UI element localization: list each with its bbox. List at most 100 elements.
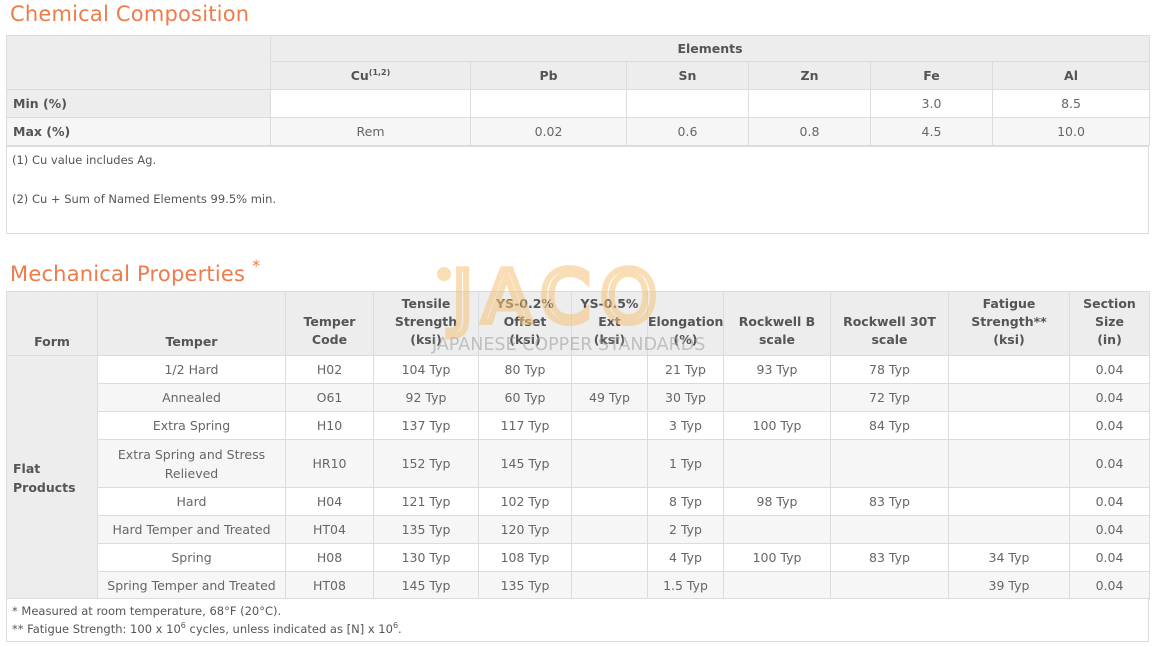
temper-cell: Extra Spring and Stress Relieved	[97, 439, 286, 488]
element-header-al: Al	[991, 61, 1151, 90]
value-cell: 1 Typ	[647, 439, 724, 488]
value-cell: 0.04	[1069, 439, 1150, 488]
value-cell	[948, 487, 1070, 516]
mech-note-2: ** Fatigue Strength: 100 x 106 cycles, u…	[12, 621, 402, 636]
mech-table-row: Spring H08 130 Typ 108 Typ 4 Typ 100 Typ 83 Ty…	[7, 543, 1150, 572]
chem-row-min: Min (%) 3.0 8.5	[6, 89, 1151, 118]
value-cell	[571, 411, 648, 440]
value-cell: 8.5	[991, 89, 1151, 118]
value-cell: 152 Typ	[373, 439, 479, 488]
chemical-composition-title: Chemical Composition	[10, 2, 249, 26]
chem-note-1: (1) Cu value includes Ag.	[12, 153, 157, 167]
value-cell: 0.04	[1069, 487, 1150, 516]
value-cell	[723, 515, 831, 544]
col-ys-02: YS-0.2% Offset (ksi)	[478, 291, 572, 356]
element-footnote-ref: (1,2)	[368, 67, 391, 77]
header-line: Elongation	[648, 314, 724, 329]
note-text: ** Fatigue Strength: 100 x 10	[12, 621, 181, 636]
chem-note-2: (2) Cu + Sum of Named Elements 99.5% min…	[12, 192, 277, 206]
value-cell: 78 Typ	[830, 355, 949, 384]
value-cell: 30 Typ	[647, 383, 724, 412]
temper-cell: Spring Temper and Treated	[97, 571, 286, 600]
value-cell	[571, 515, 648, 544]
value-cell	[748, 89, 871, 118]
header-line: (ksi)	[410, 332, 442, 347]
mech-table-row: Flat Products 1/2 Hard H02 104 Typ 80 Typ 21 T…	[6, 355, 1150, 600]
element-header-pb: Pb	[470, 61, 627, 90]
value-cell: 93 Typ	[723, 355, 831, 384]
temper-code-cell: O61	[285, 383, 374, 412]
value-cell: 83 Typ	[830, 487, 949, 516]
value-cell: 21 Typ	[647, 355, 724, 384]
col-rockwell-30t: Rockwell 30T scale	[830, 291, 949, 356]
header-line: (ksi)	[593, 332, 626, 347]
value-cell: 104 Typ	[373, 355, 479, 384]
chemical-composition-table: Elements Cu(1,2) Pb Sn Zn Fe Al Min (%) …	[6, 35, 1151, 146]
value-cell: 0.04	[1069, 383, 1150, 412]
header-line: Code	[311, 332, 348, 347]
temper-code-cell: H10	[285, 411, 374, 440]
mech-table-row: Hard H04 121 Typ 102 Typ 8 Typ 98 Typ 83 Typ 0.…	[7, 487, 1150, 516]
value-cell: 0.02	[470, 117, 627, 146]
value-cell	[830, 439, 949, 488]
header-line: Section	[1083, 296, 1136, 311]
element-header-sn: Sn	[626, 61, 749, 90]
temper-cell: Extra Spring	[97, 411, 286, 440]
element-header-fe: Fe	[870, 61, 993, 90]
value-cell: 92 Typ	[373, 383, 479, 412]
form-label-line: Flat	[13, 460, 41, 476]
value-cell: 60 Typ	[478, 383, 572, 412]
col-temper-code: Temper Code	[285, 291, 374, 356]
value-cell: 0.04	[1069, 571, 1150, 600]
element-symbol: Cu	[350, 68, 369, 84]
value-cell: 100 Typ	[723, 543, 831, 572]
title-asterisk: *	[252, 256, 261, 275]
value-cell	[270, 89, 471, 118]
value-cell: 3 Typ	[647, 411, 724, 440]
mech-table-row: Extra Spring and Stress Relieved HR10 152 …	[7, 439, 1150, 488]
value-cell	[948, 355, 1070, 384]
value-cell: 130 Typ	[373, 543, 479, 572]
value-cell: 80 Typ	[478, 355, 572, 384]
chem-corner-cell	[6, 35, 271, 90]
temper-code-cell: H04	[285, 487, 374, 516]
value-cell: 10.0	[991, 117, 1151, 146]
value-cell: 83 Typ	[830, 543, 949, 572]
value-cell: 137 Typ	[373, 411, 479, 440]
mech-table-row: Extra Spring H10 137 Typ 117 Typ 3 Typ 100 Ty…	[7, 411, 1150, 440]
col-rockwell-b: Rockwell B scale	[723, 291, 831, 356]
mech-header-row: Form Temper Temper Code Tensile Strength (k…	[6, 291, 1150, 356]
mech-notes: * Measured at room temperature, 68°F (20…	[6, 598, 1149, 642]
header-line: Size	[1094, 314, 1125, 329]
temper-code-cell: HT04	[285, 515, 374, 544]
mech-table-row: Spring Temper and Treated HT08 145 Typ 135 …	[7, 571, 1150, 600]
value-cell	[948, 411, 1070, 440]
header-line: Ext	[598, 314, 621, 329]
header-line: Tensile	[401, 296, 451, 311]
note-text: .	[398, 621, 402, 636]
col-form: Form	[6, 291, 98, 356]
value-cell: 100 Typ	[723, 411, 831, 440]
value-cell: 0.04	[1069, 355, 1150, 384]
value-cell	[571, 571, 648, 600]
temper-cell: Spring	[97, 543, 286, 572]
value-cell: 0.6	[626, 117, 749, 146]
header-line: (in)	[1097, 332, 1122, 347]
form-cell: Flat Products	[6, 355, 98, 600]
header-line: (ksi)	[993, 332, 1025, 347]
mech-table-row: Hard Temper and Treated HT04 135 Typ 120 Ty…	[7, 515, 1150, 544]
value-cell	[470, 89, 627, 118]
value-cell: 1.5 Typ	[647, 571, 724, 600]
header-line: YS-0.5%	[580, 296, 639, 311]
value-cell: 117 Typ	[478, 411, 572, 440]
value-cell	[948, 383, 1070, 412]
value-cell: 49 Typ	[571, 383, 648, 412]
value-cell: 4 Typ	[647, 543, 724, 572]
value-cell: 8 Typ	[647, 487, 724, 516]
value-cell: 0.04	[1069, 411, 1150, 440]
chem-notes: (1) Cu value includes Ag. (2) Cu + Sum o…	[6, 146, 1149, 234]
temper-cell: 1/2 Hard	[97, 355, 286, 384]
value-cell: 3.0	[870, 89, 993, 118]
header-line: scale	[871, 332, 908, 347]
header-line: scale	[758, 332, 796, 347]
